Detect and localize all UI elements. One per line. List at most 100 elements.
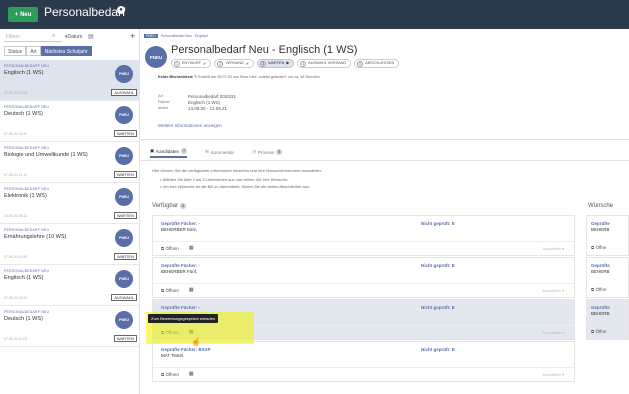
candidate-card: Geprüfte Fächer: - BEHERBER Eins, Nicht … (152, 215, 575, 256)
wishes-heading: Wünsche (588, 203, 614, 209)
open-button[interactable]: ⧉ Öffnen (161, 246, 179, 251)
new-button[interactable]: + Neu (8, 7, 38, 22)
select-dropdown[interactable]: Auswählen ▾ (542, 288, 564, 293)
divider (140, 160, 629, 161)
item-time: 07.05.20 10:02 (4, 337, 28, 341)
candidate-list: Geprüfte Fächer: - BEHERBER Eins, Nicht … (152, 215, 575, 383)
avatar: PNEU (115, 147, 133, 165)
sort-select[interactable]: ▾Datum (65, 33, 82, 42)
meta-line: Keine Bitcheckliste ✎ Erstellt am 09.07.… (158, 74, 320, 79)
workflow-steps: 1 ENTWURF ✔ 2 VERSAND ✔ 3 WARTEN ▶ 4 AUS… (171, 59, 400, 68)
edit-icon[interactable]: ✎ (194, 75, 197, 79)
item-name: Deutsch (1 WS) (4, 111, 43, 117)
users-icon: ▣ (150, 148, 155, 153)
select-dropdown[interactable]: Auswählen ▾ (542, 246, 564, 251)
candidate-card: Geprüfte Fächer: - BEHERBER Fünf, Nicht … (152, 257, 575, 298)
app-title: Personalbedarf (44, 5, 126, 19)
tooltip: Zum Bewerbungsgespräch einladen (148, 314, 219, 323)
list-item[interactable]: PERSONALBEDARF NEU Englisch (1 WS) PNEU … (0, 60, 140, 101)
breadcrumb-badge: PNEU (144, 34, 158, 38)
item-name: Elektronik (1 WS) (4, 193, 47, 199)
sidebar: Filtern ⌕ ▾Datum ▤ + Status Art Nächstes… (0, 29, 140, 394)
more-info-link[interactable]: Weitere Informationen anzeigen (158, 123, 222, 128)
item-time: 07.06.20 11:14 (4, 173, 28, 177)
status-badge: WARTEN (113, 335, 137, 342)
open-button[interactable]: ⧉ Öffnen (161, 372, 179, 377)
top-bar: + Neu Personalbedarf ● (0, 0, 629, 29)
step-auswahl-versand[interactable]: 4 AUSWAHL VERSAND (297, 59, 352, 68)
open-button[interactable]: ⧉ Öffne (591, 329, 606, 334)
open-button[interactable]: ⧉ Öffne (591, 245, 606, 250)
comment-icon: ✉ (205, 149, 209, 154)
search-icon[interactable]: ⌕ (52, 33, 55, 40)
item-name: Biologie und Umweltkunde (1 WS) (4, 152, 88, 158)
item-name: Ernährungslehre (10 WS) (4, 234, 67, 240)
status-badge: WARTEN (113, 130, 137, 137)
process-icon: ◷ (252, 149, 257, 154)
notification-icon[interactable]: ● (117, 6, 125, 14)
item-time: 07.05.20 10:40 (4, 255, 28, 259)
item-type: PERSONALBEDARF NEU (4, 146, 50, 150)
status-badge: WARTEN (113, 212, 137, 219)
item-name: Englisch (1 WS) (4, 275, 44, 281)
not-checked-subjects: Nicht geprüft: E (421, 347, 455, 352)
step-abschliessen[interactable]: 5 ABSCHLIESSEN (354, 59, 400, 68)
open-button[interactable]: ⧉ Öffnen (161, 288, 179, 293)
hand-cursor-icon: ☝ (191, 337, 201, 346)
wishes-list: Geprüfte BEHERB ⧉ Öffne Geprüfte BEHERB … (586, 215, 629, 341)
select-dropdown[interactable]: Auswählen ▾ (542, 330, 564, 335)
candidate-name: BEHERBER Eins, (161, 227, 198, 232)
breadcrumb-link[interactable]: Personalbedarf Neu · Englisch (161, 34, 208, 38)
avatar: PNEU (145, 46, 167, 68)
item-type: PERSONALBEDARF NEU (4, 228, 50, 232)
checked-subjects: Geprüfte Fächer: BSSP (161, 347, 211, 352)
step-entwurf[interactable]: 1 ENTWURF ✔ (171, 59, 212, 68)
wish-card: Geprüfte BEHERB ⧉ Öffne (586, 299, 629, 340)
segment-art[interactable]: Art (26, 46, 41, 56)
list-item[interactable]: PERSONALBEDARF NEU Deutsch (1 WS) PNEU 0… (0, 101, 140, 142)
info-text: Hier können Sie die verfügbaren Lehrerin… (152, 168, 322, 173)
checked-subjects: Geprüfte Fächer: - (161, 221, 201, 226)
list-item[interactable]: PERSONALBEDARF NEU Ernährungslehre (10 W… (0, 224, 140, 265)
play-icon: ▶ (286, 61, 290, 65)
item-type: PERSONALBEDARF NEU (4, 310, 50, 314)
open-button[interactable]: ⧉ Öffne (591, 287, 606, 292)
item-type: PERSONALBEDARF NEU (4, 105, 50, 109)
calendar-icon[interactable]: ▦ (189, 371, 194, 377)
list-item[interactable]: PERSONALBEDARF NEU Deutsch (1 WS) PNEU 0… (0, 306, 140, 347)
segment-next-year[interactable]: Nächstes Schuljahr (40, 46, 92, 56)
available-heading: Verfügbar 4 (152, 203, 187, 209)
checked-subjects: Geprüfte Fächer: - (161, 305, 201, 310)
avatar: PNEU (115, 188, 133, 206)
list-item[interactable]: PERSONALBEDARF NEU Biologie und Umweltku… (0, 142, 140, 183)
item-type: PERSONALBEDARF NEU (4, 269, 50, 273)
list-item[interactable]: PERSONALBEDARF NEU Englisch (1 WS) PNEU … (0, 265, 140, 306)
add-icon[interactable]: + (130, 31, 135, 41)
tab-bar: ▣ Kandidaten 7 ✉ Kommentar ◷ Prozess 3 (150, 146, 283, 158)
tab-prozess[interactable]: ◷ Prozess 3 (252, 146, 283, 158)
checklist-label: Keine Bitcheckliste (158, 75, 193, 79)
not-checked-subjects: Nicht geprüft: E (421, 305, 455, 310)
select-dropdown[interactable]: Auswählen ▾ (542, 372, 564, 377)
tab-kandidaten[interactable]: ▣ Kandidaten 7 (150, 146, 188, 158)
tab-kommentar[interactable]: ✉ Kommentar (205, 146, 234, 158)
avatar: PNEU (115, 65, 133, 83)
step-versand[interactable]: 2 VERSAND ✔ (214, 59, 255, 68)
avatar: PNEU (115, 311, 133, 329)
calendar-icon[interactable]: ▦ (189, 287, 194, 293)
item-time: 07.07.20 10:09 (4, 91, 28, 95)
item-type: PERSONALBEDARF NEU (4, 187, 50, 191)
segment-status[interactable]: Status (4, 46, 27, 56)
list-item[interactable]: PERSONALBEDARF NEU Elektronik (1 WS) PNE… (0, 183, 140, 224)
step-warten[interactable]: 3 WARTEN ▶ (257, 59, 295, 68)
view-toggle-icon[interactable]: ▤ (88, 33, 94, 40)
available-count: 4 (180, 203, 187, 209)
item-time: 23.05.20 08:22 (4, 214, 28, 218)
filter-row: Filtern ⌕ ▾Datum ▤ + (4, 31, 136, 44)
status-badge: WARTEN (113, 253, 137, 260)
plus-icon: + (14, 11, 19, 18)
wish-card: Geprüfte BEHERB ⧉ Öffne (586, 215, 629, 256)
calendar-icon[interactable]: ▦ (189, 245, 194, 251)
avatar: PNEU (115, 106, 133, 124)
request-list: PERSONALBEDARF NEU Englisch (1 WS) PNEU … (0, 60, 140, 347)
